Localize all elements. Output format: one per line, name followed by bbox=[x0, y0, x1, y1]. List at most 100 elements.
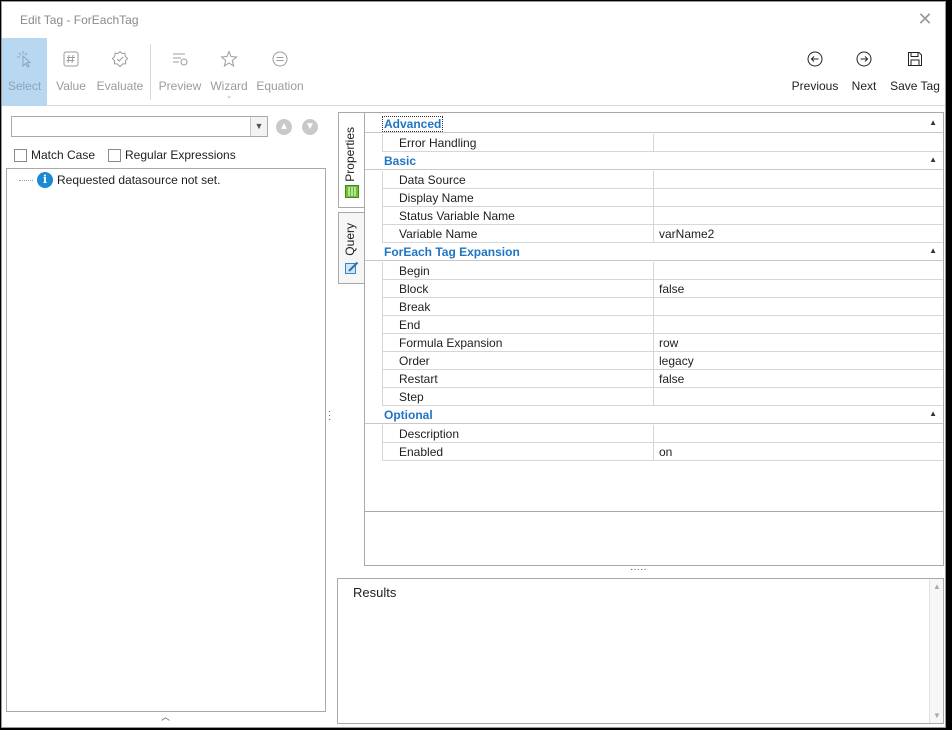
property-value[interactable]: row bbox=[659, 336, 678, 350]
match-case-label: Match Case bbox=[31, 148, 96, 162]
collapse-triangle-icon[interactable]: ▲ bbox=[929, 155, 937, 164]
previous-button[interactable]: Previous bbox=[791, 38, 839, 106]
wizard-button[interactable]: Wizard ⌄ bbox=[206, 38, 252, 106]
arrow-down-circle-icon[interactable]: ▼ bbox=[302, 119, 318, 135]
column-divider bbox=[653, 388, 654, 405]
regular-expressions-label: Regular Expressions bbox=[125, 148, 236, 162]
property-value[interactable]: legacy bbox=[659, 354, 694, 368]
property-name: Data Source bbox=[399, 173, 466, 187]
match-case-box[interactable] bbox=[14, 148, 27, 162]
category-optional[interactable]: Optional ▲ bbox=[365, 406, 943, 424]
property-row[interactable]: Step bbox=[382, 388, 943, 406]
preview-list-icon bbox=[173, 53, 188, 66]
toolbar-separator bbox=[150, 44, 151, 100]
property-row[interactable]: Enabled on bbox=[382, 443, 943, 461]
preview-button[interactable]: Preview bbox=[157, 38, 203, 106]
property-name: Block bbox=[399, 282, 429, 296]
title-bar: Edit Tag - ForEachTag ✕ bbox=[2, 2, 945, 36]
property-row[interactable]: Restart false bbox=[382, 370, 943, 388]
category-label: Advanced bbox=[382, 116, 444, 132]
property-name: Display Name bbox=[399, 191, 474, 205]
chevron-down-icon[interactable]: ▼ bbox=[250, 117, 267, 136]
window-title: Edit Tag - ForEachTag bbox=[20, 13, 139, 27]
property-grid: Advanced ▲ Error Handling Basic ▲ Data Source… bbox=[364, 112, 944, 566]
tab-query-label: Query bbox=[343, 223, 357, 256]
close-icon[interactable]: ✕ bbox=[915, 9, 935, 29]
tab-query[interactable]: Query bbox=[338, 212, 364, 284]
property-row[interactable]: Variable Name varName2 bbox=[382, 225, 943, 243]
property-row[interactable]: Formula Expansion row bbox=[382, 334, 943, 352]
property-name: End bbox=[399, 318, 421, 332]
wizard-label: Wizard bbox=[210, 79, 248, 93]
collapse-triangle-icon[interactable]: ▲ bbox=[929, 409, 937, 418]
select-button[interactable]: Select bbox=[2, 38, 47, 106]
property-row[interactable]: Order legacy bbox=[382, 352, 943, 370]
results-scrollbar[interactable]: ▲ ▼ bbox=[929, 579, 943, 723]
results-label: Results bbox=[353, 585, 397, 600]
property-row[interactable]: Error Handling bbox=[382, 134, 943, 152]
property-row[interactable]: Data Source bbox=[382, 171, 943, 189]
column-divider bbox=[653, 316, 654, 333]
category-advanced[interactable]: Advanced ▲ bbox=[365, 115, 943, 133]
scroll-down-icon[interactable]: ▼ bbox=[933, 711, 941, 720]
property-name: Enabled bbox=[399, 445, 444, 459]
horizontal-splitter-grip[interactable]: ····· bbox=[630, 564, 647, 575]
query-pencil-icon bbox=[345, 261, 359, 274]
wizard-dropdown-icon: ⌄ bbox=[226, 93, 232, 100]
evaluate-badge-icon bbox=[111, 50, 129, 68]
property-row[interactable]: Begin bbox=[382, 262, 943, 280]
equation-button[interactable]: Equation bbox=[255, 38, 305, 106]
property-row[interactable]: Block false bbox=[382, 280, 943, 298]
category-label: ForEach Tag Expansion bbox=[384, 245, 520, 259]
category-basic[interactable]: Basic ▲ bbox=[365, 152, 943, 170]
column-divider bbox=[653, 207, 654, 224]
vertical-splitter-grip[interactable]: · · · bbox=[328, 407, 331, 425]
column-divider bbox=[653, 370, 654, 387]
property-value[interactable]: false bbox=[659, 372, 684, 386]
equals-circle-icon bbox=[272, 51, 288, 67]
property-row[interactable]: End bbox=[382, 316, 943, 334]
scroll-up-icon[interactable]: ▲ bbox=[933, 582, 941, 591]
property-row[interactable]: Description bbox=[382, 425, 943, 443]
category-foreach-tag-expansion[interactable]: ForEach Tag Expansion ▲ bbox=[365, 243, 943, 261]
tree-item[interactable]: i Requested datasource not set. bbox=[19, 172, 220, 188]
column-divider bbox=[653, 425, 654, 442]
column-divider bbox=[653, 352, 654, 369]
regular-expressions-box[interactable] bbox=[108, 148, 121, 162]
arrow-up-circle-icon[interactable]: ▲ bbox=[276, 119, 292, 135]
collapse-triangle-icon[interactable]: ▲ bbox=[929, 118, 937, 127]
next-button[interactable]: Next bbox=[844, 38, 884, 106]
property-row[interactable]: Display Name bbox=[382, 189, 943, 207]
column-divider bbox=[653, 134, 654, 151]
property-value[interactable]: false bbox=[659, 282, 684, 296]
wizard-star-icon bbox=[220, 50, 238, 68]
column-divider bbox=[653, 443, 654, 460]
category-label: Optional bbox=[384, 408, 433, 422]
search-combo[interactable]: ▼ bbox=[11, 116, 268, 137]
property-value[interactable]: on bbox=[659, 445, 672, 459]
collapse-up-icon[interactable]: ︿ bbox=[161, 710, 170, 723]
equation-label: Equation bbox=[256, 79, 304, 93]
property-name: Formula Expansion bbox=[399, 336, 503, 350]
arrow-right-circle-icon bbox=[856, 51, 872, 67]
property-name: Order bbox=[399, 354, 430, 368]
value-button[interactable]: Value bbox=[49, 38, 93, 106]
vertical-tabs: Properties Query bbox=[336, 112, 364, 287]
regular-expressions-checkbox[interactable]: Regular Expressions bbox=[108, 148, 236, 162]
property-value[interactable]: varName2 bbox=[659, 227, 714, 241]
collapse-triangle-icon[interactable]: ▲ bbox=[929, 246, 937, 255]
preview-label: Preview bbox=[158, 79, 202, 93]
match-case-checkbox[interactable]: Match Case bbox=[14, 148, 95, 162]
property-row[interactable]: Break bbox=[382, 298, 943, 316]
property-description-area bbox=[365, 511, 943, 566]
value-label: Value bbox=[56, 79, 86, 93]
save-tag-button[interactable]: Save Tag bbox=[889, 38, 941, 106]
column-divider bbox=[653, 225, 654, 242]
tab-properties[interactable]: Properties bbox=[338, 112, 364, 208]
datasource-tree[interactable]: i Requested datasource not set. bbox=[6, 168, 326, 712]
column-divider bbox=[653, 298, 654, 315]
property-row[interactable]: Status Variable Name bbox=[382, 207, 943, 225]
property-name: Variable Name bbox=[399, 227, 478, 241]
edit-tag-window: Edit Tag - ForEachTag ✕ Select Value Eva… bbox=[1, 1, 946, 728]
evaluate-button[interactable]: Evaluate bbox=[95, 38, 145, 106]
